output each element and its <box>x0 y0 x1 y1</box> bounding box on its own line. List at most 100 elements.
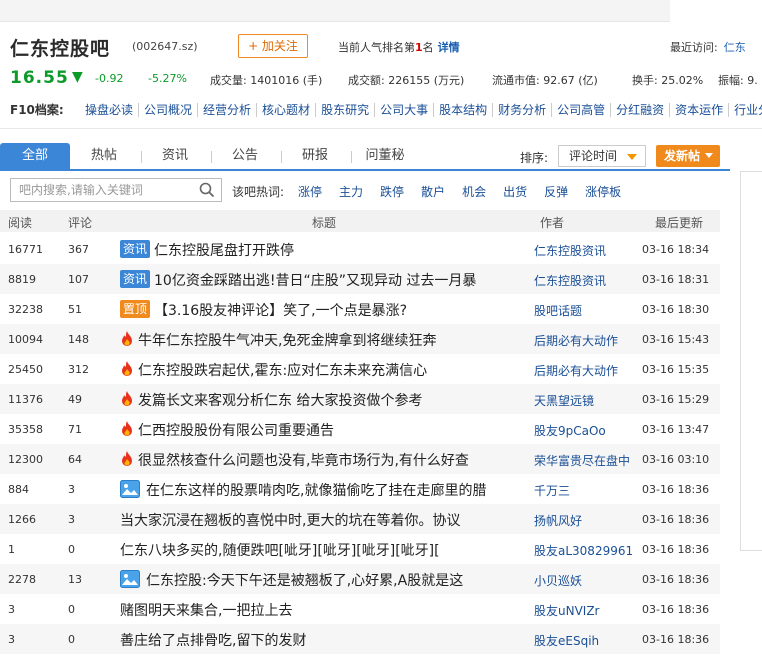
f10-link[interactable]: 公司概况 <box>138 103 198 117</box>
pinned-tag: 置顶 <box>120 300 151 318</box>
follow-button[interactable]: + 加关注 <box>238 34 308 58</box>
post-title-text[interactable]: 当大家沉浸在翘板的喜悦中时,更大的坑在等着你。协议 <box>120 513 460 529</box>
post-author[interactable]: 千万三 <box>534 482 570 499</box>
post-author[interactable]: 股友aL30829961 <box>534 542 633 559</box>
post-author[interactable]: 后期必有大动作 <box>534 332 618 349</box>
f10-link[interactable]: 财务分析 <box>492 103 552 117</box>
hot-word[interactable]: 涨停 <box>298 185 322 199</box>
post-title-text[interactable]: 仁东八块多买的,随便跌吧[呲牙][呲牙][呲牙][呲牙][ <box>120 543 440 559</box>
hot-word[interactable]: 跌停 <box>380 185 404 199</box>
post-title-text[interactable]: 发篇长文来客观分析仁东 给大家投资做个参考 <box>138 393 422 409</box>
post-title[interactable]: 资讯 仁东控股尾盘打开跌停 <box>120 240 294 260</box>
comment-count: 0 <box>68 543 75 556</box>
f10-link[interactable]: 分红融资 <box>610 103 670 117</box>
post-title[interactable]: 牛年仁东控股牛气冲天,免死金牌拿到将继续狂奔 <box>120 330 436 350</box>
search-input[interactable]: 吧内搜索,请输入关键词 <box>10 178 222 202</box>
comment-count: 312 <box>68 363 89 376</box>
post-author[interactable]: 荣华富贵尽在盘中 <box>534 452 630 469</box>
rank-number: 1 <box>415 41 423 54</box>
search-icon[interactable] <box>199 182 215 198</box>
hot-word[interactable]: 机会 <box>462 185 486 199</box>
down-arrow-icon: ▼ <box>72 70 83 85</box>
post-title[interactable]: 在仁东这样的股票啃肉吃,就像猫偷吃了挂在走廊里的腊 <box>120 480 486 500</box>
f10-link[interactable]: 操盘必读 <box>80 103 138 117</box>
hot-word[interactable]: 反弹 <box>544 185 568 199</box>
price-change: -0.92 <box>95 72 124 85</box>
f10-link[interactable]: 股本结构 <box>433 103 493 117</box>
post-author[interactable]: 仁东控股资讯 <box>534 272 606 289</box>
post-title-text[interactable]: 赌图明天来集合,一把拉上去 <box>120 603 292 619</box>
post-title[interactable]: 仁东八块多买的,随便跌吧[呲牙][呲牙][呲牙][呲牙][ <box>120 540 440 560</box>
f10-link[interactable]: 经营分析 <box>197 103 257 117</box>
tab-ask-secretary[interactable]: 问董秘 <box>356 143 414 169</box>
tab-announcements[interactable]: 公告 <box>216 143 274 169</box>
post-title-text[interactable]: 善庄给了点排骨吃,留下的发财 <box>120 633 306 649</box>
post-title[interactable]: 善庄给了点排骨吃,留下的发财 <box>120 630 306 650</box>
post-title-text[interactable]: 【3.16股友神评论】笑了,一个点是暴涨? <box>154 303 407 319</box>
post-author[interactable]: 后期必有大动作 <box>534 362 618 379</box>
post-author[interactable]: 天黑望远镜 <box>534 392 594 409</box>
hot-word[interactable]: 散户 <box>421 185 445 199</box>
post-title-text[interactable]: 牛年仁东控股牛气冲天,免死金牌拿到将继续狂奔 <box>138 333 436 349</box>
post-title[interactable]: 赌图明天来集合,一把拉上去 <box>120 600 292 620</box>
tab-all[interactable]: 全部 <box>0 143 70 169</box>
post-title[interactable]: 仁西控股股份有限公司重要通告 <box>120 420 334 440</box>
post-updated-time: 03-16 18:36 <box>642 603 710 616</box>
post-title-text[interactable]: 很显然核查什么问题也没有,毕竟市场行为,有什么好查 <box>138 453 469 469</box>
post-title[interactable]: 仁东控股跌宕起伏,霍东:应对仁东未来充满信心 <box>120 360 427 380</box>
post-title-text[interactable]: 仁东控股尾盘打开跌停 <box>154 243 294 259</box>
current-price: 16.55 <box>10 70 69 88</box>
tab-research[interactable]: 研报 <box>286 143 344 169</box>
post-updated-time: 03-16 18:36 <box>642 513 710 526</box>
post-title-text[interactable]: 10亿资金踩踏出逃!昔日“庄股”又现异动 过去一月暴 <box>154 273 476 289</box>
post-updated-time: 03-16 18:36 <box>642 573 710 586</box>
post-title-text[interactable]: 仁东控股:今天下午还是被翘板了,心好累,A股就是这 <box>146 573 463 589</box>
post-title-text[interactable]: 仁东控股跌宕起伏,霍东:应对仁东未来充满信心 <box>138 363 427 379</box>
post-title[interactable]: 置顶 【3.16股友神评论】笑了,一个点是暴涨? <box>120 300 407 320</box>
hot-word[interactable]: 涨停板 <box>585 185 621 199</box>
table-row: 32238 51 置顶 【3.16股友神评论】笑了,一个点是暴涨? 股吧话题 03-16 … <box>0 294 720 324</box>
tab-hot[interactable]: 热帖 <box>72 143 136 169</box>
hot-word[interactable]: 出货 <box>503 185 527 199</box>
comment-count: 51 <box>68 303 82 316</box>
read-count: 2278 <box>8 573 36 586</box>
recent-visit-link[interactable]: 仁东 <box>724 41 746 54</box>
sort-select[interactable]: 评论时间 <box>558 145 646 167</box>
table-row: 11376 49 发篇长文来客观分析仁东 给大家投资做个参考 天黑望远镜 03-16 1… <box>0 384 720 414</box>
read-count: 8819 <box>8 273 36 286</box>
post-author[interactable]: 股吧话题 <box>534 302 582 319</box>
table-row: 10094 148 牛年仁东控股牛气冲天,免死金牌拿到将继续狂奔 后期必有大动作 03-… <box>0 324 720 354</box>
post-title[interactable]: 资讯 10亿资金踩踏出逃!昔日“庄股”又现异动 过去一月暴 <box>120 270 476 290</box>
comment-count: 3 <box>68 513 75 526</box>
post-author[interactable]: 股友eESqih <box>534 632 599 649</box>
post-author[interactable]: 扬帆风好 <box>534 512 582 529</box>
f10-link[interactable]: 资本运作 <box>669 103 729 117</box>
new-post-button[interactable]: 发新帖 <box>656 145 720 167</box>
table-row: 884 3 在仁东这样的股票啃肉吃,就像猫偷吃了挂在走廊里的腊 千万三 03-16 18… <box>0 474 720 504</box>
post-title-text[interactable]: 在仁东这样的股票啃肉吃,就像猫偷吃了挂在走廊里的腊 <box>146 483 486 499</box>
post-title[interactable]: 仁东控股:今天下午还是被翘板了,心好累,A股就是这 <box>120 570 463 590</box>
rank-detail-link[interactable]: 详情 <box>438 41 460 54</box>
stock-name[interactable]: 仁东控股吧 <box>10 34 110 61</box>
hot-word[interactable]: 主力 <box>339 185 363 199</box>
post-updated-time: 03-16 15:43 <box>642 333 710 346</box>
sort-selected: 评论时间 <box>569 149 618 163</box>
post-title[interactable]: 当大家沉浸在翘板的喜悦中时,更大的坑在等着你。协议 <box>120 510 460 530</box>
f10-link[interactable]: 公司高管 <box>551 103 611 117</box>
f10-link[interactable]: 公司大事 <box>374 103 434 117</box>
search-row: 吧内搜索,请输入关键词 该吧热词: 涨停 主力 跌停 散户 机会 出货 反弹 涨停板 <box>10 178 730 202</box>
stock-code: (002647.sz) <box>132 40 198 53</box>
post-title-text[interactable]: 仁西控股股份有限公司重要通告 <box>138 423 334 439</box>
f10-link[interactable]: 行业分 <box>728 103 762 117</box>
post-title[interactable]: 发篇长文来客观分析仁东 给大家投资做个参考 <box>120 390 422 410</box>
f10-link[interactable]: 股东研究 <box>315 103 375 117</box>
f10-link[interactable]: 核心题材 <box>256 103 316 117</box>
post-author[interactable]: 小贝巡妖 <box>534 572 582 589</box>
f10-archive-bar: F10档案: 操盘必读 公司概况 经营分析 核心题材 股东研究 公司大事 股本结构 财务分析公… <box>10 100 762 120</box>
post-author[interactable]: 股友uNVIZr <box>534 602 600 619</box>
post-title[interactable]: 很显然核查什么问题也没有,毕竟市场行为,有什么好查 <box>120 450 469 470</box>
post-author[interactable]: 仁东控股资讯 <box>534 242 606 259</box>
post-author[interactable]: 股友9pCaOo <box>534 422 606 439</box>
comment-count: 64 <box>68 453 82 466</box>
tab-news[interactable]: 资讯 <box>146 143 204 169</box>
